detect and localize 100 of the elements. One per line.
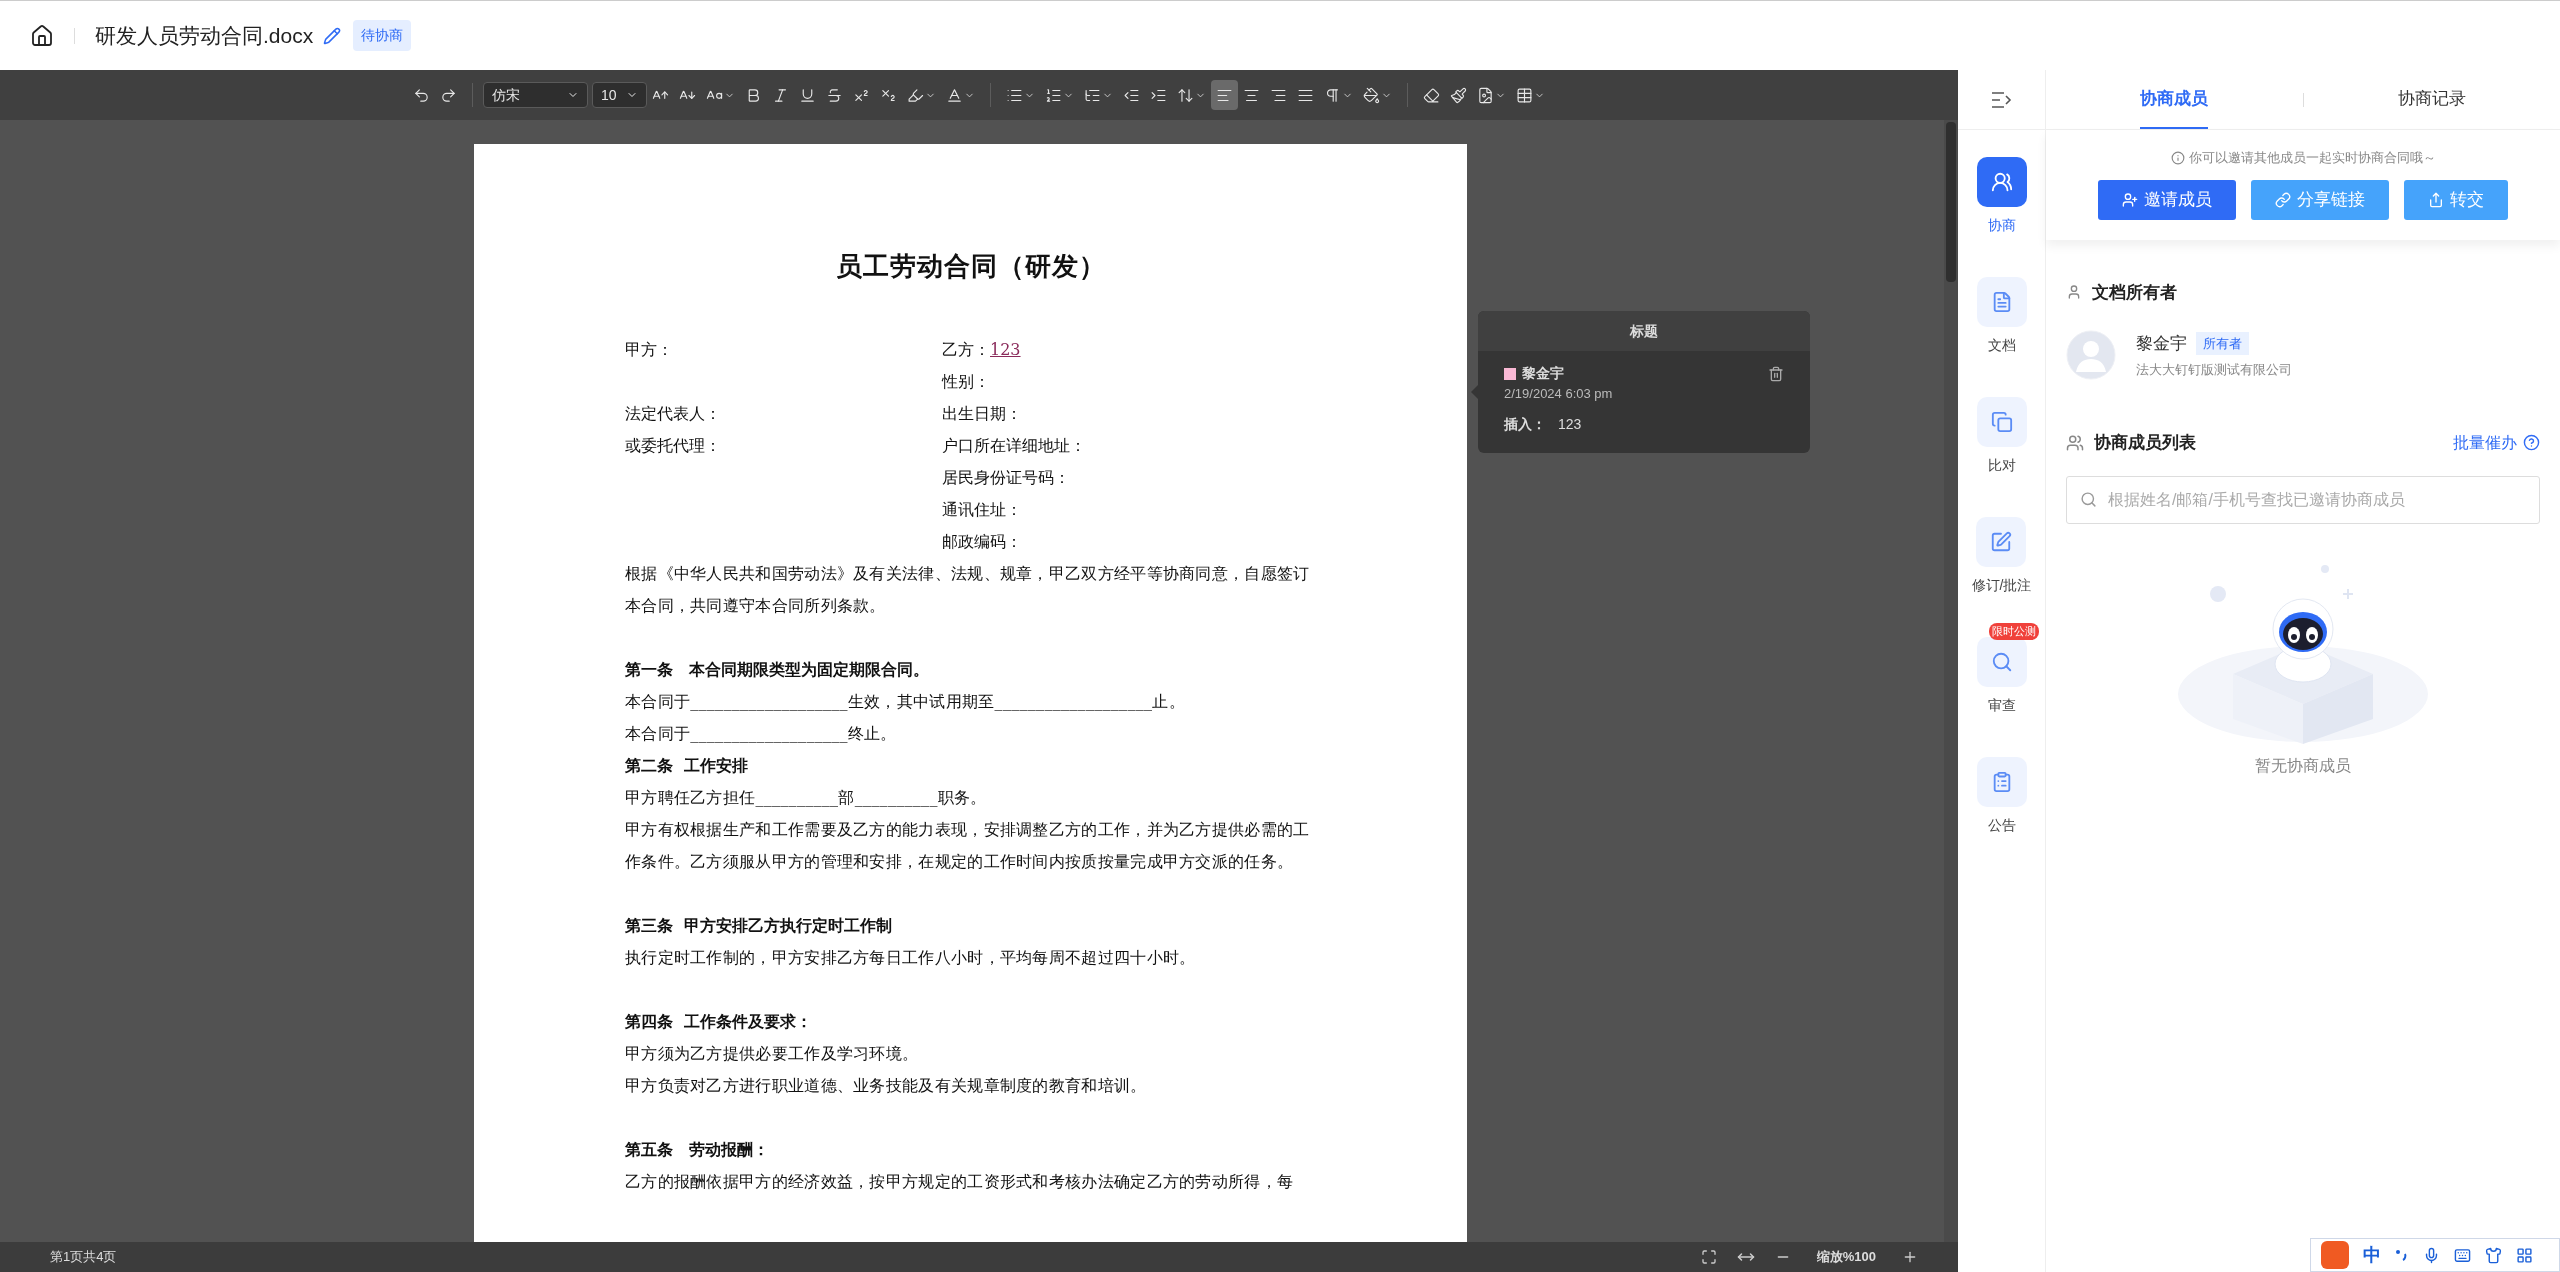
font-size-select[interactable]: 10 (592, 82, 647, 108)
comment-date: 2/19/2024 6:03 pm (1504, 385, 1614, 403)
paragraph: 本合同于___________________终止。 (625, 723, 897, 745)
microphone-icon[interactable] (2423, 1246, 2440, 1264)
field-label: 性别： (942, 371, 990, 393)
member-search-field[interactable]: 根据姓名/邮箱/手机号查找已邀请协商成员 (2066, 475, 2540, 524)
field-label: 法定代表人： (625, 404, 721, 423)
section-heading: 第三条 甲方安排乙方执行定时工作制 (625, 915, 893, 937)
zoom-level: 缩放%100 (1816, 1248, 1876, 1267)
field-label: 或委托代理： (625, 436, 721, 455)
link-icon (2275, 191, 2291, 208)
action-button[interactable]: 分享链接 (2251, 179, 2389, 220)
search-icon (1990, 651, 2013, 673)
comment-author: 黎金宇 (1522, 364, 1564, 383)
section-title: 文档所有者 (2092, 281, 2177, 304)
nav-label: 公告 (1987, 816, 2016, 835)
people-icon (2066, 433, 2084, 452)
nav-item[interactable] (1976, 517, 2027, 567)
page-icon (1477, 86, 1494, 104)
shirt-icon[interactable] (2485, 1246, 2502, 1264)
format-painter-icon (1450, 86, 1467, 104)
table-icon (1516, 86, 1533, 104)
zoom-in-icon[interactable] (1902, 1249, 1918, 1265)
change-type: 插入： (1504, 414, 1546, 434)
paragraph: 乙方的报酬依据甲方的经济效益，按甲方规定的工资形式和考核办法确定乙方的劳动所得，每 (625, 1171, 1294, 1193)
font-color-icon (946, 86, 963, 104)
nav-label: 比对 (1987, 456, 2016, 475)
field-label: 居民身份证号码： (942, 467, 1070, 489)
paragraph: 甲方须为乙方提供必要工作及学习环境。 (625, 1043, 919, 1065)
empty-message: 暂无协商成员 (2255, 755, 2351, 776)
paragraph: 甲方负责对乙方进行职业道德、业务技能及有关规章制度的教育和培训。 (625, 1075, 1147, 1097)
info-icon (2170, 150, 2185, 165)
nav-item[interactable] (1976, 277, 2027, 327)
change-value: 123 (1558, 414, 1582, 434)
share-icon (2428, 191, 2444, 208)
add-user-icon (2122, 191, 2138, 208)
nav-item[interactable] (1976, 757, 2027, 807)
fit-page-icon[interactable] (1700, 1249, 1717, 1265)
paragraph: 根据《中华人民共和国劳动法》及有关法律、法规、规章，甲乙双方经平等协商同意，自愿签订本合同，共同遵守本合同所列条款。 (625, 563, 1311, 617)
paragraph: 甲方有权根据生产和工作需要及乙方的能力表现，安排调整乙方的工作，并为乙方提供必需的工作条件。乙方须服从甲方的管理和安排，在规定的工作时间内按质按量完成甲方交派的任务。 (625, 819, 1311, 873)
section-title: 协商成员列表 (2094, 432, 2196, 454)
scrollbar-thumb[interactable] (1946, 122, 1956, 282)
numbered-list-icon (1045, 86, 1062, 104)
nav-item[interactable] (1976, 157, 2027, 207)
nav-item[interactable] (1976, 637, 2027, 687)
section-heading: 第一条 本合同期限类型为固定期限合同。 (625, 659, 929, 681)
nav-label: 文档 (1987, 336, 2016, 355)
align-left-button[interactable] (1211, 80, 1238, 110)
status-tag: 待协商 (353, 20, 412, 51)
section-heading: 第二条 工作安排 (625, 755, 749, 777)
field-label: 邮政编码： (942, 531, 1022, 553)
home-icon[interactable] (30, 23, 54, 48)
document-name: 研发人员劳动合同.docx (95, 22, 314, 49)
search-icon (2080, 490, 2097, 508)
grid-icon[interactable] (2516, 1246, 2533, 1264)
paragraph: 本合同于___________________生效，其中试用期至___________________止。 (625, 691, 1185, 713)
rename-icon[interactable] (323, 26, 342, 45)
field-label: 乙方： (942, 339, 990, 361)
copy-icon (1990, 411, 2013, 433)
input-mode-toggle[interactable]: 中 (2363, 1241, 2381, 1269)
section-heading: 第四条 工作条件及要求： (625, 1011, 813, 1033)
collapse-icon[interactable] (1990, 90, 2013, 109)
users-icon (1990, 171, 2013, 193)
undo-icon (413, 86, 430, 104)
section-heading: 第五条 劳动报酬： (625, 1139, 769, 1161)
person-icon (2066, 284, 2082, 301)
underline-icon (799, 86, 816, 104)
keyboard-icon[interactable] (2454, 1246, 2471, 1264)
avatar-icon (2066, 330, 2116, 380)
strikethrough-icon (826, 86, 843, 104)
help-icon (2523, 434, 2540, 452)
field-label: 通讯住址： (942, 499, 1022, 521)
panel-tab[interactable]: 协商记录 (2397, 70, 2466, 129)
highlight-icon (907, 86, 924, 104)
fill-icon (1363, 86, 1380, 104)
paragraph-icon (1324, 86, 1341, 104)
owner-company: 法大大钉钉版测试有限公司 (2136, 361, 2292, 379)
panel-tab[interactable]: 协商成员 (2140, 70, 2209, 129)
role-tag: 所有者 (2196, 331, 2249, 355)
delete-icon[interactable] (1768, 365, 1784, 382)
action-button[interactable]: 转交 (2404, 179, 2508, 220)
nav-item[interactable] (1976, 397, 2027, 447)
edit-icon (1990, 531, 2013, 553)
field-label: 户口所在详细地址： (942, 435, 1086, 457)
nav-label: 审查 (1987, 696, 2016, 715)
batch-remind-link[interactable]: 批量催办 (2453, 430, 2540, 455)
beta-badge: 限时公测 (1988, 623, 2039, 640)
ime-logo-icon[interactable] (2321, 1241, 2349, 1269)
redo-icon (440, 86, 457, 104)
page-indicator: 第1页共4页 (50, 1248, 117, 1267)
font-select[interactable]: 仿宋 (483, 82, 588, 108)
action-button[interactable]: 邀请成员 (2098, 179, 2236, 220)
nav-label: 修订/批注 (1971, 576, 2032, 595)
line-spacing-icon (1177, 86, 1194, 104)
field-label: 甲方： (625, 340, 673, 359)
paragraph: 甲方聘任乙方担任__________部__________职务。 (625, 787, 987, 809)
punctuation-icon[interactable] (2395, 1248, 2409, 1262)
inserted-text: 123 (990, 339, 1021, 361)
paragraph: 执行定时工作制的，甲方安排乙方每日工作八小时，平均每周不超过四十小时。 (625, 947, 1196, 969)
document-title: 员工劳动合同（研发） (834, 250, 1107, 283)
